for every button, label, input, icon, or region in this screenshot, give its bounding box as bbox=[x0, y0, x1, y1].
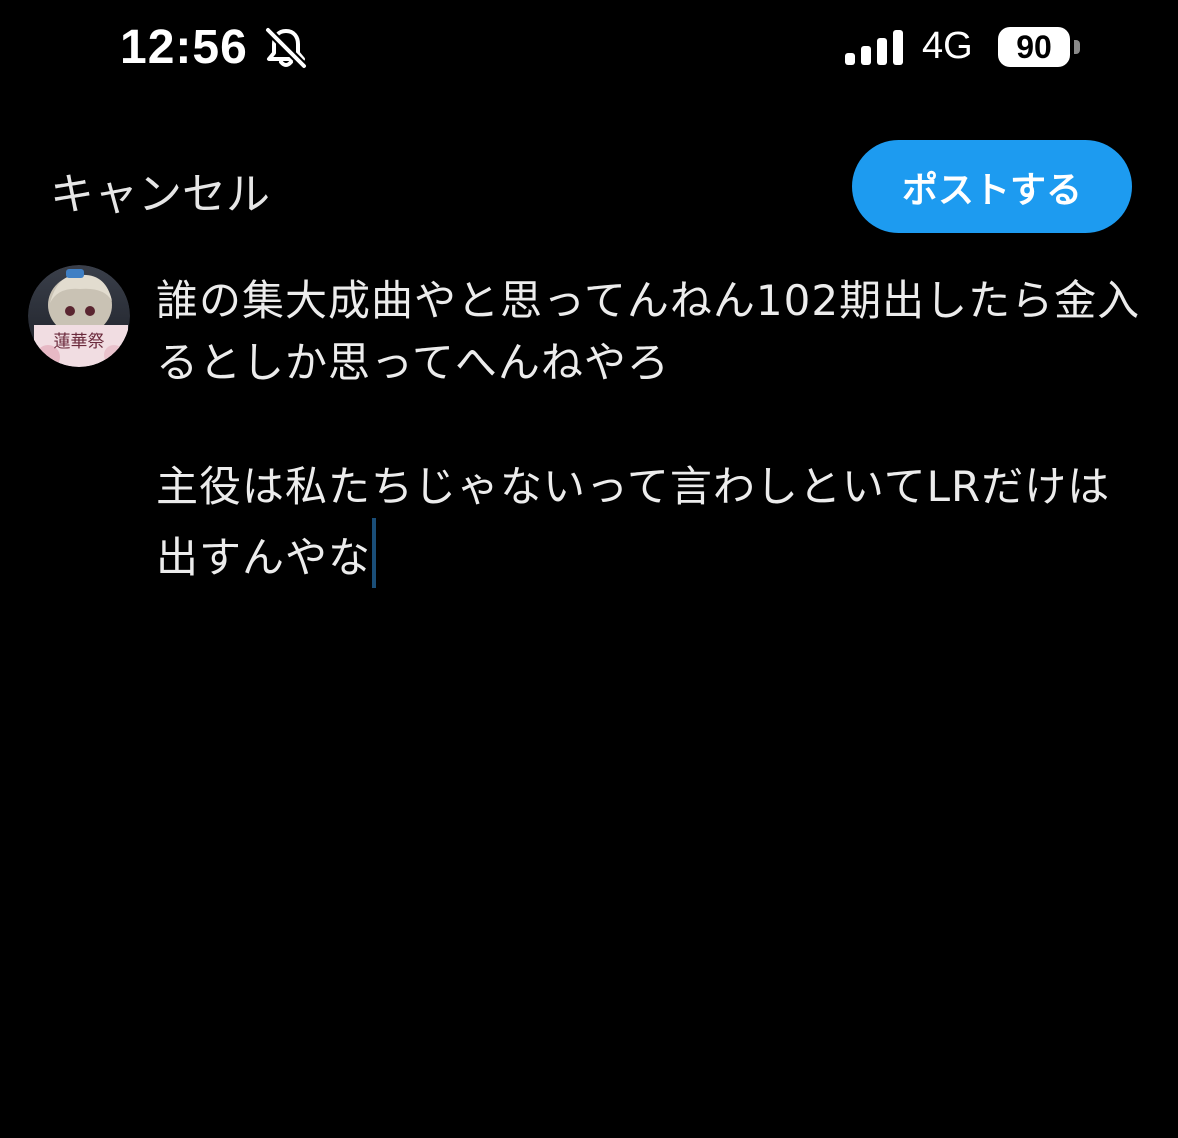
battery-level: 90 bbox=[1016, 28, 1052, 65]
post-text-paragraph-1: 誰の集大成曲やと思ってんねん102期出したら金入るとしか思ってへんねやろ bbox=[156, 276, 1141, 387]
post-text-paragraph-2: 主役は私たちじゃないって言わしといてLRだけは出すんやな bbox=[156, 456, 1146, 589]
post-text-paragraph-2-text: 主役は私たちじゃないって言わしといてLRだけは出すんやな bbox=[156, 462, 1111, 582]
battery-icon: 90 bbox=[998, 27, 1070, 67]
status-bar: 12:56 4G 90 bbox=[0, 0, 1178, 100]
cellular-signal-icon bbox=[845, 30, 903, 65]
avatar-text: 蓮華祭 bbox=[54, 332, 105, 352]
text-cursor bbox=[372, 518, 377, 588]
user-avatar[interactable]: 蓮華祭 bbox=[28, 265, 130, 367]
post-composer[interactable]: 誰の集大成曲やと思ってんねん102期出したら金入るとしか思ってへんねやろ 主役は… bbox=[156, 270, 1146, 589]
post-button[interactable]: ポストする bbox=[852, 140, 1132, 233]
status-time: 12:56 bbox=[120, 21, 248, 74]
cancel-button[interactable]: キャンセル bbox=[50, 158, 270, 222]
network-type: 4G bbox=[922, 25, 973, 67]
battery-tip bbox=[1074, 40, 1080, 54]
bell-slash-icon bbox=[265, 27, 307, 69]
